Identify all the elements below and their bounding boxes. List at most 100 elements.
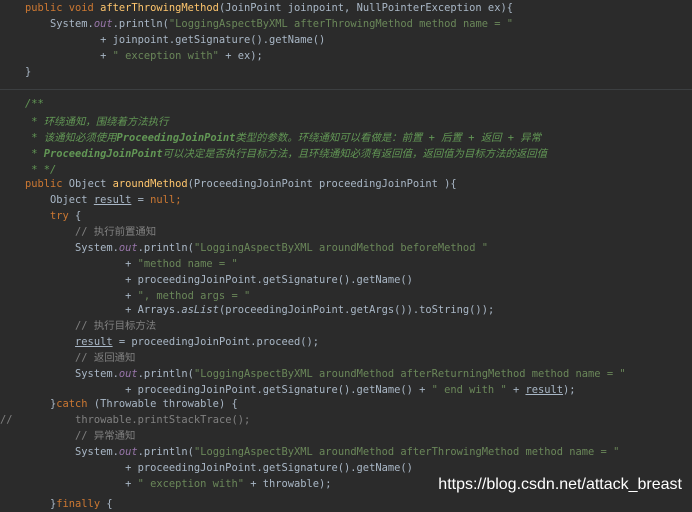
code-line: System.out.println("LoggingAspectByXML a… xyxy=(25,16,513,32)
code-token: + proceedingJoinPoint.getSignature().get… xyxy=(25,462,413,474)
code-token: { xyxy=(75,210,82,222)
code-line: System.out.println("LoggingAspectByXML a… xyxy=(25,444,619,460)
code-token: out xyxy=(118,368,138,380)
code-token: asList xyxy=(181,304,219,316)
code-line: * 环绕通知，围绕着方法执行 xyxy=(25,114,168,130)
code-token: + xyxy=(25,290,138,302)
code-token: + xyxy=(25,258,138,270)
code-token: /** xyxy=(25,98,44,110)
code-line: + Arrays.asList(proceedingJoinPoint.getA… xyxy=(25,302,494,318)
code-token: .println( xyxy=(137,368,194,380)
code-token: // 异常通知 xyxy=(25,430,136,442)
code-token: System. xyxy=(25,368,119,380)
code-line: + proceedingJoinPoint.getSignature().get… xyxy=(25,272,413,288)
code-editor[interactable]: public void afterThrowingMethod(JoinPoin… xyxy=(0,0,692,510)
code-token: try xyxy=(25,210,76,222)
code-token: } xyxy=(25,398,57,410)
code-line: public void afterThrowingMethod(JoinPoin… xyxy=(25,0,513,16)
code-token: { xyxy=(106,498,113,510)
code-line: // 执行前置通知 xyxy=(25,224,156,240)
code-line: /** xyxy=(25,96,44,112)
code-line: public Object aroundMethod(ProceedingJoi… xyxy=(25,176,457,192)
code-token: + xyxy=(25,50,113,62)
code-token: * xyxy=(25,148,44,160)
code-line: // throwable.printStackTrace(); xyxy=(0,412,250,428)
code-token: } xyxy=(25,66,32,78)
code-line: System.out.println("LoggingAspectByXML a… xyxy=(25,240,488,256)
code-token: public xyxy=(25,178,69,190)
code-line: // 异常通知 xyxy=(25,428,135,444)
code-token: ; xyxy=(175,194,182,206)
code-line: * 该通知必须使用ProceedingJoinPoint类型的参数。环绕通知可以… xyxy=(25,130,541,146)
code-token: .println( xyxy=(137,446,194,458)
code-token: * 该通知必须使用 xyxy=(25,132,117,144)
code-token: System. xyxy=(25,242,119,254)
code-token: .println( xyxy=(112,18,169,30)
code-token: (proceedingJoinPoint.getArgs()).toString… xyxy=(218,304,495,316)
code-token: catch xyxy=(56,398,94,410)
code-token: ); xyxy=(563,384,576,396)
code-line: Object result = null; xyxy=(25,192,181,208)
code-line: + " exception with" + throwable); xyxy=(25,476,332,492)
code-token: (JoinPoint joinpoint, NullPointerExcepti… xyxy=(218,2,513,14)
code-token: null xyxy=(150,194,176,206)
code-line: } xyxy=(25,64,31,80)
code-line: * ProceedingJoinPoint可以决定是否执行目标方法，且环绕通知必… xyxy=(25,146,547,162)
code-token: = proceedingJoinPoint.proceed(); xyxy=(112,336,320,348)
code-line: System.out.println("LoggingAspectByXML a… xyxy=(25,366,626,382)
code-token: "LoggingAspectByXML aroundMethod afterTh… xyxy=(193,446,620,458)
code-token: (Throwable throwable) { xyxy=(93,398,238,410)
code-line: // 执行目标方法 xyxy=(25,318,156,334)
code-token: " exception with" xyxy=(112,50,219,62)
code-token: = xyxy=(131,194,151,206)
code-line: + joinpoint.getSignature().getName() xyxy=(25,32,325,48)
code-token: + ex); xyxy=(218,50,263,62)
code-token: ProceedingJoinPoint xyxy=(43,148,163,160)
code-token: + joinpoint.getSignature().getName() xyxy=(25,34,326,46)
code-token: result xyxy=(75,336,113,348)
code-token: + xyxy=(506,384,526,396)
code-line: result = proceedingJoinPoint.proceed(); xyxy=(25,334,319,350)
code-token: System. xyxy=(25,18,94,30)
code-token: + xyxy=(25,478,138,490)
code-token: "LoggingAspectByXML aroundMethod afterRe… xyxy=(193,368,626,380)
code-token: ", method args = " xyxy=(137,290,251,302)
code-line: + "method name = " xyxy=(25,256,238,272)
code-token: (ProceedingJoinPoint proceedingJoinPoint… xyxy=(187,178,457,190)
code-token: "LoggingAspectByXML afterThrowingMethod … xyxy=(168,18,513,30)
code-token: .println( xyxy=(137,242,194,254)
code-token: afterThrowingMethod xyxy=(100,2,219,14)
code-token: } xyxy=(25,498,57,510)
code-token: out xyxy=(118,242,138,254)
code-token: // xyxy=(0,414,13,426)
code-token: // 执行目标方法 xyxy=(25,320,157,332)
code-token: // 执行前置通知 xyxy=(25,226,157,238)
code-token: ProceedingJoinPoint xyxy=(116,132,236,144)
code-token: + throwable); xyxy=(243,478,332,490)
code-token: System. xyxy=(25,446,119,458)
code-line: // 返回通知 xyxy=(25,350,135,366)
code-token: "method name = " xyxy=(137,258,238,270)
code-token: * 环绕通知，围绕着方法执行 xyxy=(25,116,169,128)
code-token: public void xyxy=(25,2,101,14)
code-token: + Arrays. xyxy=(25,304,182,316)
code-token: aroundMethod xyxy=(112,178,188,190)
code-line: }catch (Throwable throwable) { xyxy=(25,396,238,412)
code-token: Object xyxy=(68,178,113,190)
code-token: * */ xyxy=(25,164,57,176)
code-line: try { xyxy=(25,208,81,224)
code-token: "LoggingAspectByXML aroundMethod beforeM… xyxy=(193,242,488,254)
code-token: throwable.printStackTrace(); xyxy=(12,414,251,426)
code-token: Object xyxy=(25,194,94,206)
code-line: + " exception with" + ex); xyxy=(25,48,263,64)
code-token: " end with " xyxy=(431,384,507,396)
code-token: + proceedingJoinPoint.getSignature().get… xyxy=(25,384,432,396)
code-token: " exception with" xyxy=(137,478,244,490)
code-token: // 返回通知 xyxy=(25,352,136,364)
code-token: + proceedingJoinPoint.getSignature().get… xyxy=(25,274,413,286)
code-token: 可以决定是否执行目标方法，且环绕通知必须有返回值，返回值为目标方法的返回值 xyxy=(162,148,548,160)
code-token: result xyxy=(93,194,132,206)
code-token: out xyxy=(118,446,138,458)
code-line: }finally { xyxy=(25,496,113,512)
code-line: + proceedingJoinPoint.getSignature().get… xyxy=(25,460,413,476)
